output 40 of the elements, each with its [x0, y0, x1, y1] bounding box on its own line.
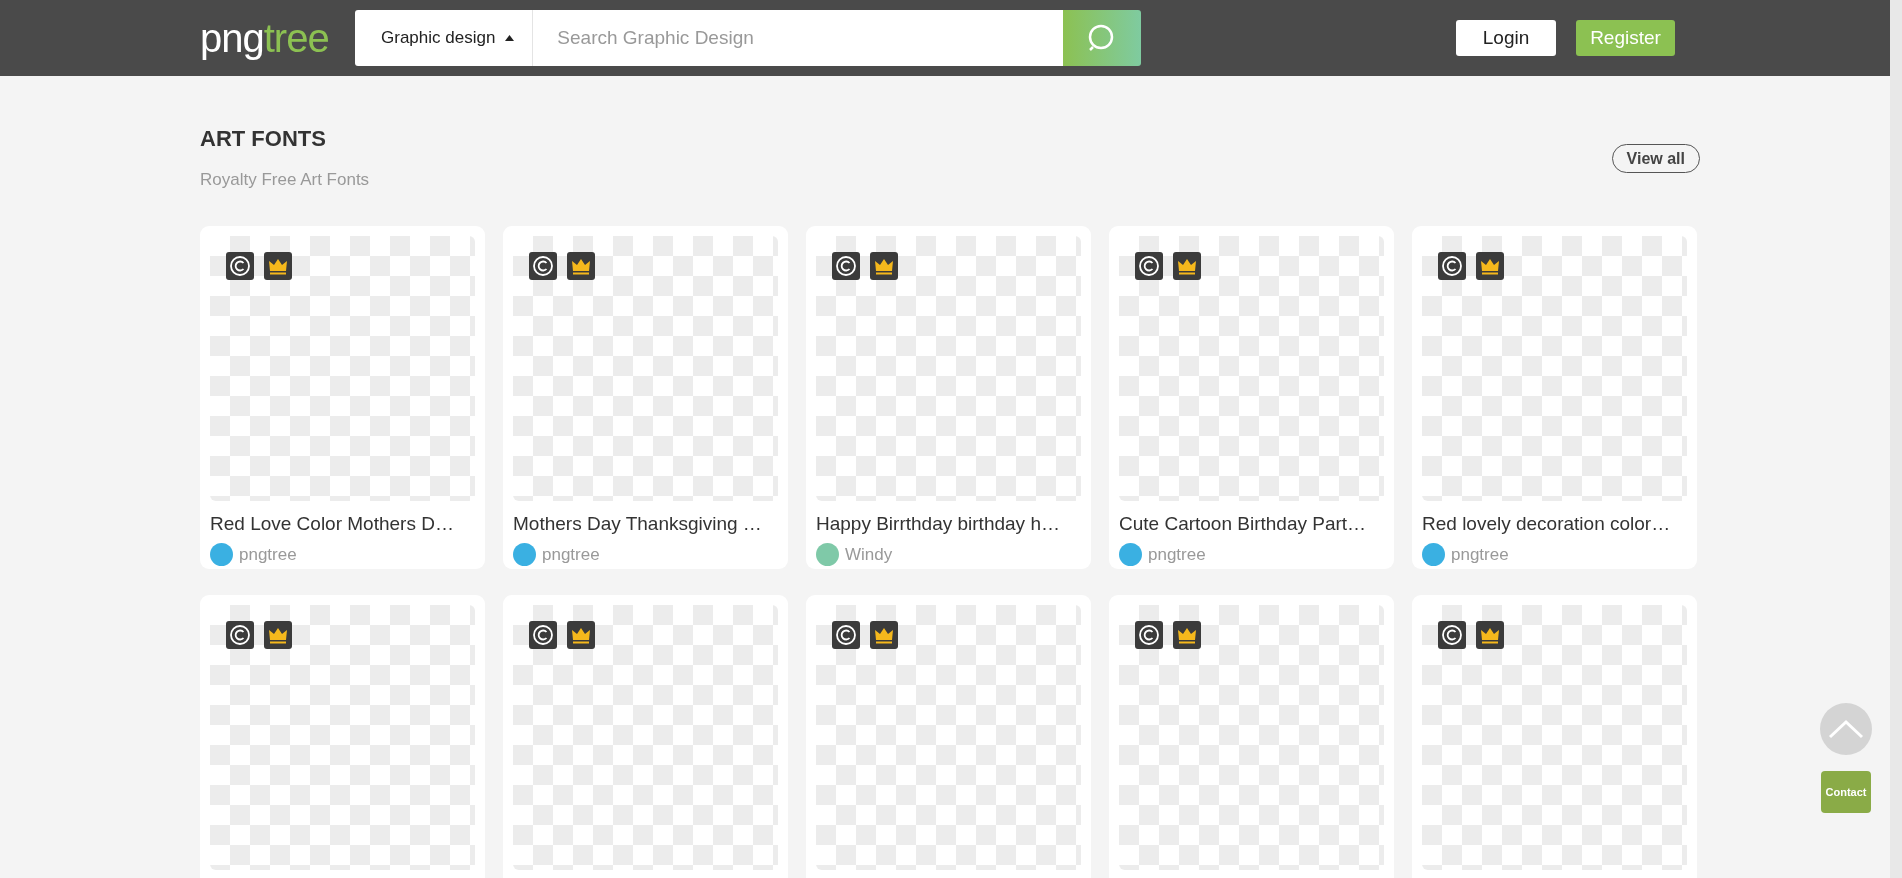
- card[interactable]: Red lovely decoration color… pngtree: [1412, 226, 1697, 569]
- card[interactable]: Cute Cartoon Birthday Part… pngtree: [1109, 226, 1394, 569]
- copyright-icon: [1438, 252, 1466, 280]
- card-title[interactable]: Red lovely decoration color…: [1422, 513, 1687, 535]
- back-to-top-button[interactable]: [1820, 703, 1872, 755]
- crown-icon: [1173, 621, 1201, 649]
- card-title[interactable]: Mothers Day Thanksgiving …: [513, 513, 778, 535]
- crown-icon: [1476, 252, 1504, 280]
- card[interactable]: Mothers Day Thanksgiving … pngtree: [503, 226, 788, 569]
- copyright-icon: [832, 252, 860, 280]
- search-button[interactable]: [1063, 10, 1141, 66]
- copyright-icon: [1135, 252, 1163, 280]
- chevron-up-icon: [1826, 717, 1866, 741]
- crown-icon: [264, 252, 292, 280]
- card[interactable]: Red Love Color Mothers D… pngtree: [200, 226, 485, 569]
- copyright-icon: [1438, 621, 1466, 649]
- crown-icon: [264, 621, 292, 649]
- copyright-icon: [1135, 621, 1163, 649]
- section-title: ART FONTS: [200, 126, 327, 152]
- crown-icon: [1173, 252, 1201, 280]
- crown-icon: [870, 621, 898, 649]
- caret-icon: [505, 35, 515, 41]
- logo[interactable]: pngtree: [200, 16, 355, 60]
- crown-icon: [870, 252, 898, 280]
- search-field[interactable]: Search Graphic Design: [533, 10, 1063, 66]
- crown-icon: [567, 621, 595, 649]
- crown-icon: [567, 252, 595, 280]
- card-title[interactable]: Cute Cartoon Birthday Part…: [1119, 513, 1384, 535]
- copyright-icon: [529, 621, 557, 649]
- copyright-icon: [226, 621, 254, 649]
- copyright-icon: [529, 252, 557, 280]
- card-title[interactable]: Red Love Color Mothers D…: [210, 513, 475, 535]
- copyright-icon: [832, 621, 860, 649]
- card-title[interactable]: Happy Birrthday birthday h…: [816, 513, 1081, 535]
- login-button[interactable]: Login: [1456, 20, 1556, 56]
- category-dropdown[interactable]: Graphic design: [355, 10, 534, 66]
- section-subtitle: Royalty Free Art Fonts: [200, 170, 370, 190]
- copyright-icon: [226, 252, 254, 280]
- card[interactable]: Happy Birrthday birthday h… Windy: [806, 226, 1091, 569]
- crown-icon: [1476, 621, 1504, 649]
